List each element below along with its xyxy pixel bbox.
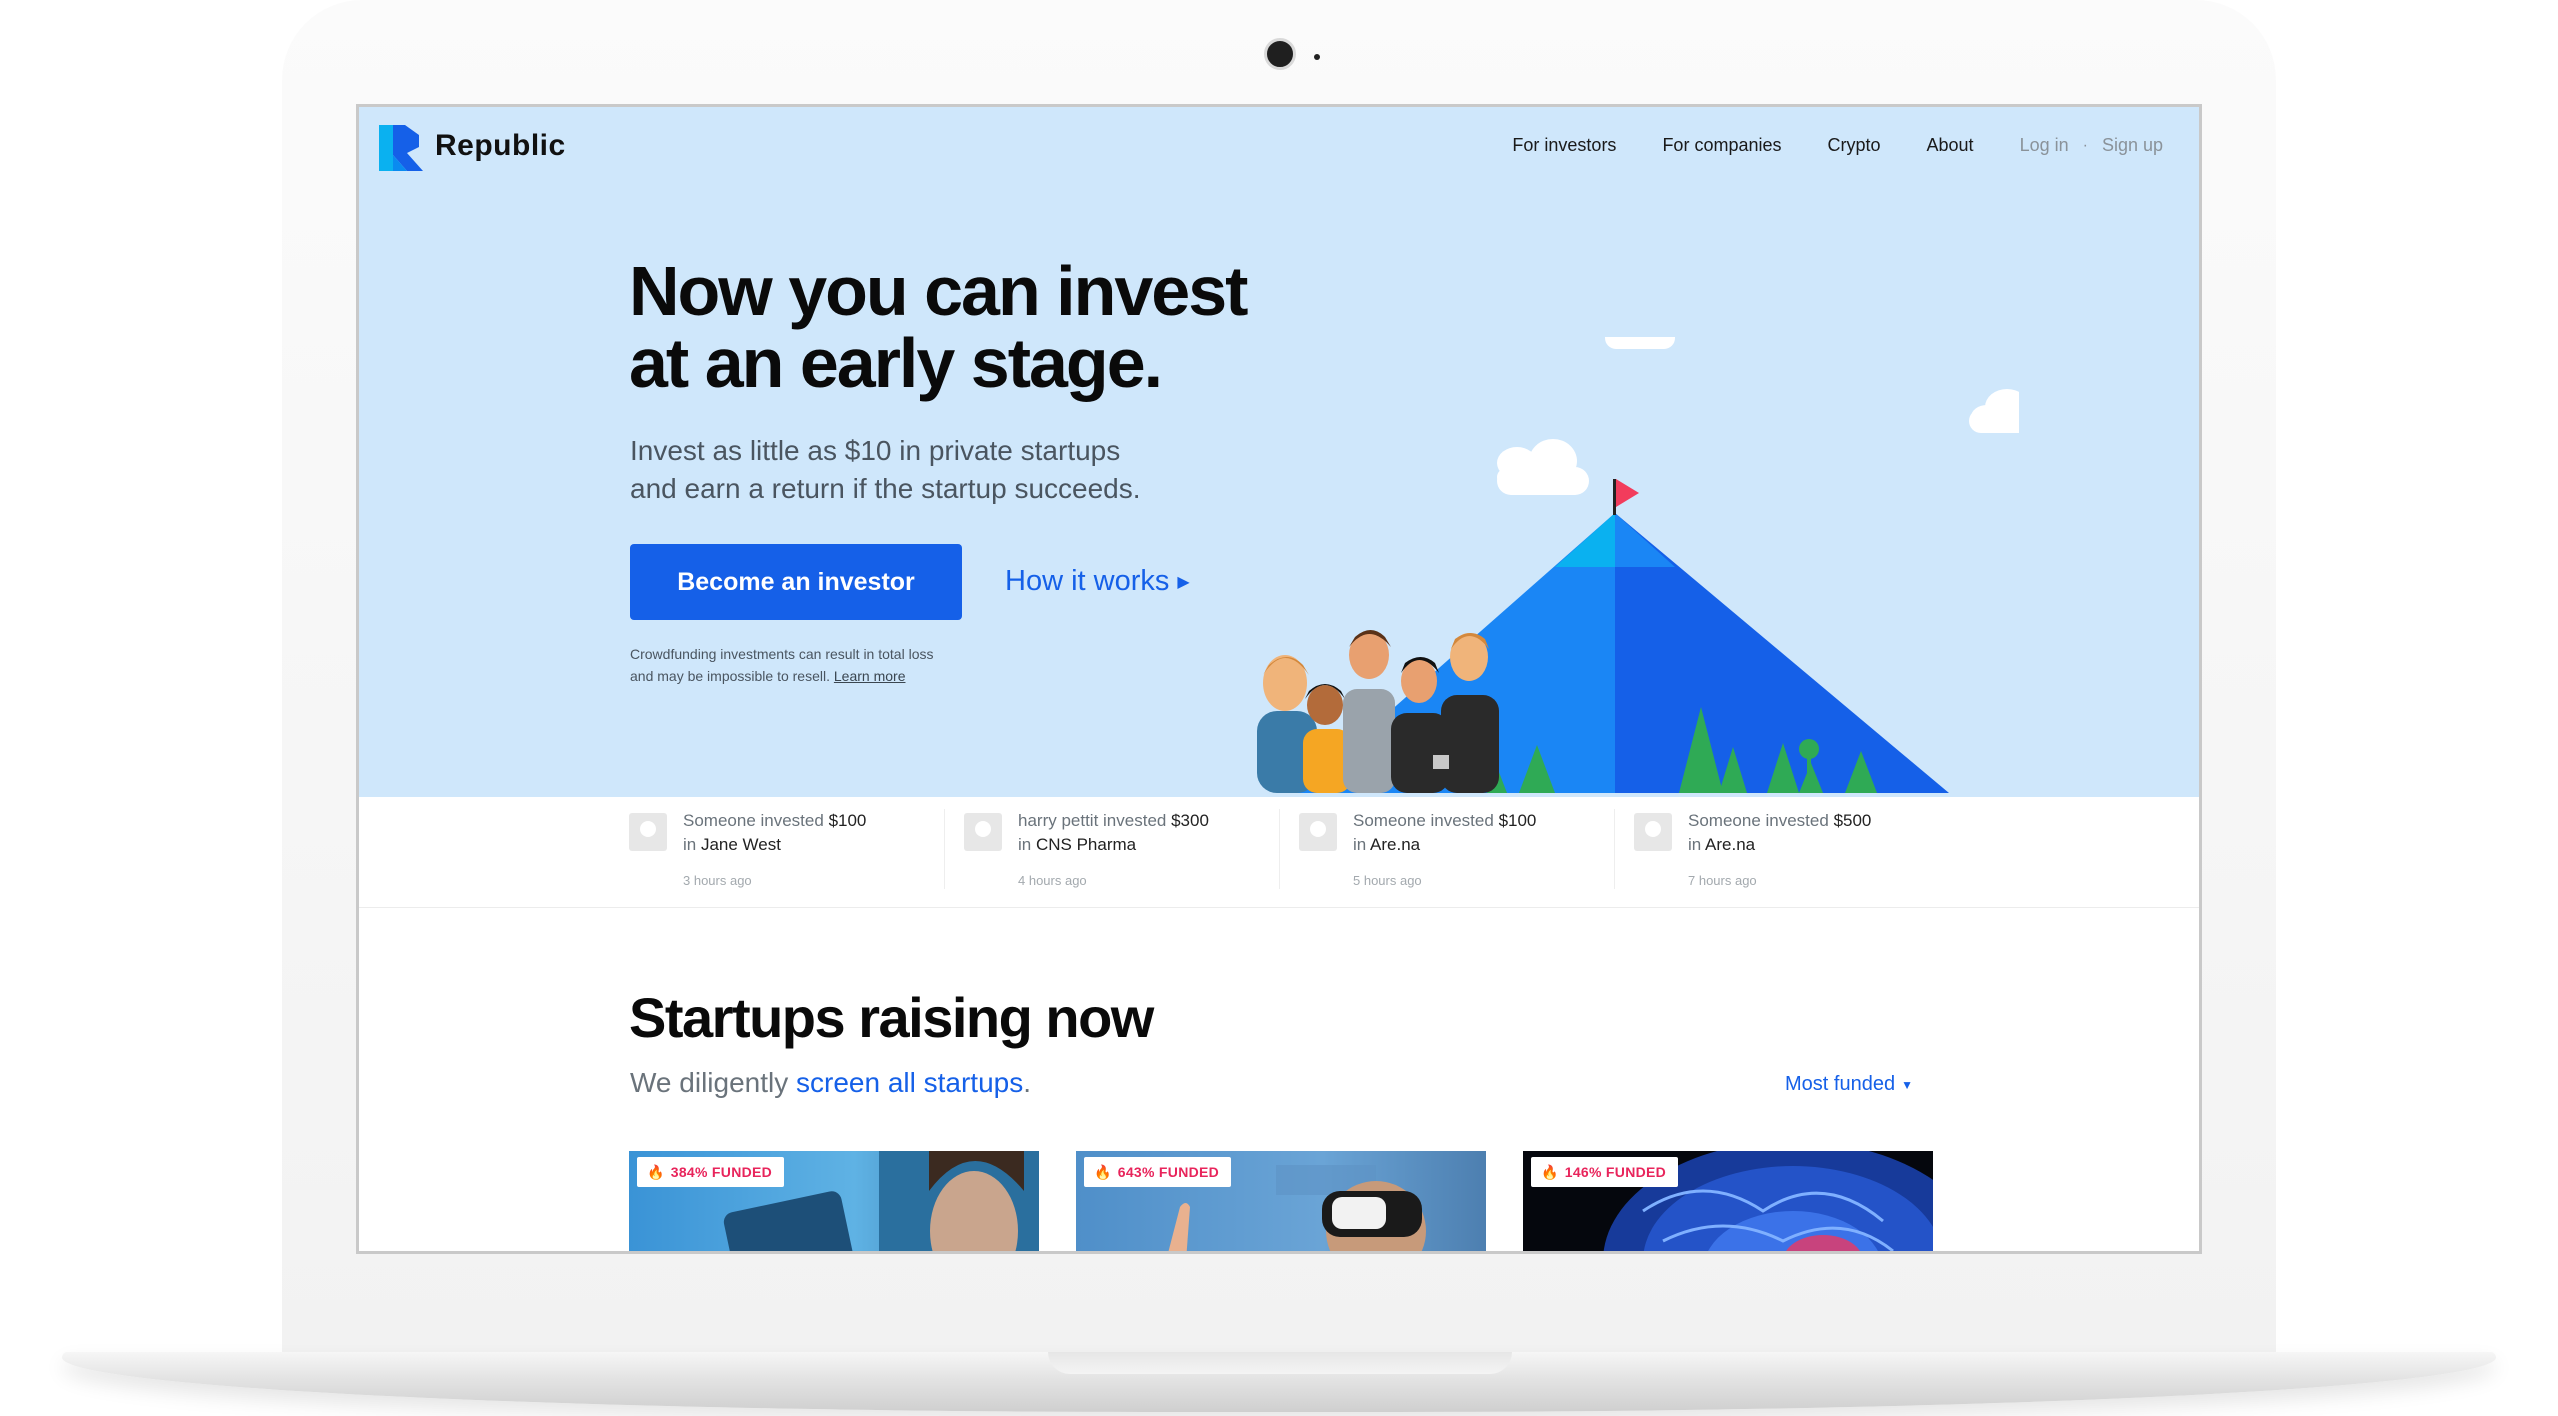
startups-section-title: Startups raising now: [629, 986, 1154, 1049]
startup-card[interactable]: 🔥 643% FUNDED: [1076, 1151, 1486, 1251]
nav-for-companies[interactable]: For companies: [1662, 135, 1781, 156]
login-link[interactable]: Log in: [2020, 135, 2069, 156]
fire-icon: 🔥: [647, 1163, 665, 1180]
funded-badge: 🔥 643% FUNDED: [1084, 1157, 1232, 1187]
startup-card[interactable]: 🔥 384% FUNDED: [629, 1151, 1039, 1251]
feed-item[interactable]: Someone invested $500 in Are.na 7 hours …: [1634, 811, 1954, 893]
browser-viewport: Republic For investors For companies Cry…: [356, 104, 2202, 1254]
sort-label[interactable]: Most funded: [1785, 1073, 1895, 1095]
feed-who: Someone invested: [1353, 811, 1494, 830]
mountain-illustration: [1257, 337, 2019, 793]
feed-item[interactable]: Someone invested $100 in Are.na 5 hours …: [1299, 811, 1619, 893]
investment-activity-feed: Someone invested $100 in Jane West 3 hou…: [359, 797, 2199, 908]
disclaimer-line2: and may be impossible to resell.: [630, 668, 830, 684]
subtitle-prefix: We diligently: [630, 1067, 789, 1098]
user-avatar-icon: [629, 813, 667, 851]
feed-in: in: [1353, 835, 1367, 854]
cloud-icon: [1497, 439, 1589, 495]
feed-company[interactable]: Are.na: [1370, 835, 1420, 854]
funded-badge-label: 384% FUNDED: [670, 1164, 773, 1180]
risk-disclaimer: Crowdfunding investments can result in t…: [630, 643, 970, 687]
brand-name[interactable]: Republic: [435, 129, 566, 163]
funded-badge: 🔥 146% FUNDED: [1531, 1157, 1679, 1187]
feed-time: 4 hours ago: [1018, 873, 1087, 888]
funded-badge: 🔥 384% FUNDED: [637, 1157, 785, 1187]
webcam-indicator: [1314, 54, 1320, 60]
nav-separator: ·: [2082, 136, 2088, 154]
laptop-notch: [1048, 1352, 1512, 1374]
feed-item[interactable]: Someone invested $100 in Jane West 3 hou…: [629, 811, 949, 893]
funded-badge-label: 643% FUNDED: [1117, 1164, 1220, 1180]
startup-card[interactable]: 🔥 146% FUNDED: [1523, 1151, 1933, 1251]
feed-divider: [1279, 809, 1280, 889]
feed-item[interactable]: harry pettit invested $300 in CNS Pharma…: [964, 811, 1284, 893]
startups-section-subtitle: We diligently screen all startups.: [630, 1067, 1031, 1099]
user-avatar-icon: [1634, 813, 1672, 851]
nav-crypto[interactable]: Crypto: [1828, 135, 1881, 156]
become-investor-button[interactable]: Become an investor: [630, 544, 962, 620]
feed-company[interactable]: CNS Pharma: [1036, 835, 1136, 854]
webcam-icon: [1264, 38, 1296, 70]
feed-amount: $500: [1833, 811, 1872, 830]
feed-time: 3 hours ago: [683, 873, 752, 888]
feed-divider: [944, 809, 945, 889]
top-nav: For investors For companies Crypto About…: [1466, 135, 2163, 156]
feed-time: 5 hours ago: [1353, 873, 1422, 888]
cloud-icon: [1605, 337, 1675, 349]
screen-startups-link[interactable]: screen all startups: [796, 1067, 1023, 1098]
nav-about[interactable]: About: [1927, 135, 1974, 156]
fire-icon: 🔥: [1541, 1163, 1559, 1180]
feed-in: in: [1018, 835, 1032, 854]
feed-amount: $100: [828, 811, 867, 830]
feed-amount: $100: [1498, 811, 1537, 830]
feed-in: in: [1688, 835, 1702, 854]
fire-icon: 🔥: [1094, 1163, 1112, 1180]
feed-divider: [1614, 809, 1615, 889]
feed-who: harry pettit invested: [1018, 811, 1167, 830]
feed-company[interactable]: Are.na: [1705, 835, 1755, 854]
user-avatar-icon: [964, 813, 1002, 851]
feed-time: 7 hours ago: [1688, 873, 1757, 888]
feed-amount: $300: [1171, 811, 1209, 830]
feed-who: Someone invested: [1688, 811, 1829, 830]
disclaimer-line1: Crowdfunding investments can result in t…: [630, 646, 934, 662]
caret-down-icon: ▼: [1901, 1077, 1913, 1092]
signup-link[interactable]: Sign up: [2102, 135, 2163, 156]
funded-badge-label: 146% FUNDED: [1564, 1164, 1667, 1180]
hero-section: Republic For investors For companies Cry…: [359, 107, 2199, 797]
feed-in: in: [683, 835, 697, 854]
hero-title-line1: Now you can invest: [629, 252, 1248, 330]
feed-company[interactable]: Jane West: [701, 835, 781, 854]
subtitle-suffix: .: [1023, 1067, 1032, 1098]
cloud-icon: [1969, 389, 2019, 433]
learn-more-link[interactable]: Learn more: [834, 668, 906, 684]
republic-logo-icon[interactable]: [379, 125, 423, 171]
nav-for-investors[interactable]: For investors: [1512, 135, 1616, 156]
user-avatar-icon: [1299, 813, 1337, 851]
people-illustration: [1257, 630, 1499, 793]
feed-who: Someone invested: [683, 811, 824, 830]
sort-dropdown[interactable]: Most funded ▼: [1785, 1073, 1913, 1096]
